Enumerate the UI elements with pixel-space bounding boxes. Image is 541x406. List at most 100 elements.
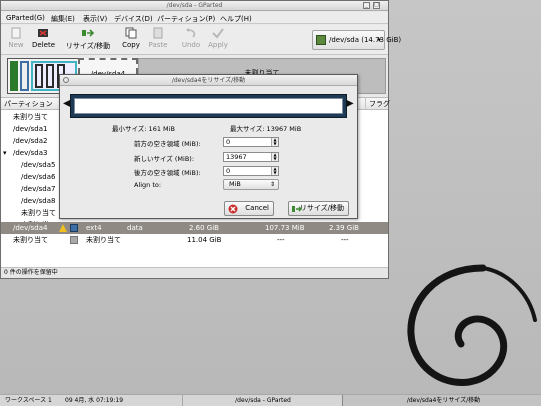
- menubar: GParted(G) 編集(E) 表示(V) デバイス(D) パーティション(P…: [1, 12, 388, 24]
- task-gparted-label: /dev/sda - GParted: [235, 397, 291, 404]
- new-size-value: 13967: [226, 153, 247, 161]
- apply-icon: [212, 28, 224, 39]
- menu-view[interactable]: 表示(V): [83, 14, 107, 24]
- paste-label: Paste: [148, 41, 168, 49]
- free-after-value: 0: [226, 167, 231, 175]
- debian-swirl-logo: [407, 264, 537, 386]
- free-before-value: 0: [226, 138, 231, 146]
- row-name: /dev/sda1: [13, 125, 48, 133]
- clock: 09 4月, 水 07:19:19: [62, 395, 123, 406]
- row-filesystem: ext4: [86, 224, 102, 232]
- align-label: Align to:: [134, 181, 162, 189]
- task-resize-dialog-label: /dev/sda4をリサイズ/移動: [406, 397, 481, 404]
- row-name: /dev/sda7: [21, 185, 56, 193]
- row-name: /dev/sda4: [13, 224, 48, 232]
- table-row-selected[interactable]: /dev/sda4 ext4 data 2.60 GiB 107.73 MiB …: [1, 222, 388, 234]
- row-name: /dev/sda5: [21, 161, 56, 169]
- graph-seg-4: [46, 64, 54, 88]
- row-size: 11.04 GiB: [187, 236, 222, 244]
- workspace-switcher[interactable]: ワークスペース 1: [2, 395, 52, 406]
- graph-seg-2: [20, 61, 29, 91]
- spinner-arrows-icon[interactable]: ▲ ▼: [271, 167, 278, 175]
- graph-seg-3: [35, 64, 43, 88]
- row-name: /dev/sda8: [21, 197, 56, 205]
- device-selector-label: /dev/sda (14.73 GiB): [329, 36, 402, 44]
- row-unused: ---: [341, 236, 349, 244]
- maximize-icon[interactable]: □: [373, 2, 380, 9]
- column-header-partition[interactable]: パーティション: [1, 98, 67, 110]
- minimize-icon[interactable]: _: [363, 2, 370, 9]
- undo-label: Undo: [181, 41, 201, 49]
- apply-label: Apply: [208, 41, 228, 49]
- menu-help[interactable]: ヘルプ(H): [220, 14, 252, 24]
- row-used: 107.73 MiB: [265, 224, 305, 232]
- status-text: 0 件の操作を保留中: [4, 269, 58, 276]
- undo-icon: [186, 28, 196, 38]
- max-size-text: 最大サイズ: 13967 MiB: [230, 125, 302, 133]
- expander-icon[interactable]: ▾: [3, 147, 7, 159]
- resize-bar[interactable]: [70, 94, 347, 118]
- new-label: New: [8, 41, 24, 49]
- free-after-label: 後方の空き領域 (MiB):: [134, 169, 201, 177]
- menu-device[interactable]: デバイス(D): [114, 14, 153, 24]
- paste-button[interactable]: Paste: [147, 27, 169, 53]
- copy-label: Copy: [122, 41, 140, 49]
- resize-move-confirm-button[interactable]: リサイズ/移動: [288, 201, 349, 216]
- device-selector[interactable]: /dev/sda (14.73 GiB) ▾: [312, 30, 401, 50]
- row-name: /dev/sda3: [13, 149, 48, 157]
- cancel-icon: [228, 204, 238, 214]
- disk-icon: [316, 35, 326, 45]
- resize-move-icon: [82, 29, 95, 37]
- free-after-spinner[interactable]: 0 ▲ ▼: [223, 166, 279, 176]
- align-value: MiB: [229, 180, 241, 188]
- new-size-label: 新しいサイズ (MiB):: [134, 155, 195, 163]
- task-resize-dialog[interactable]: /dev/sda4をリサイズ/移動: [342, 395, 541, 406]
- free-before-spinner[interactable]: 0 ▲ ▼: [223, 137, 279, 147]
- row-name: /dev/sda6: [21, 173, 56, 181]
- column-partition-label: パーティション: [4, 100, 53, 108]
- paste-icon: [153, 27, 163, 39]
- new-button[interactable]: New: [7, 27, 25, 53]
- taskbar: ワークスペース 1 09 4月, 水 07:19:19 /dev/sda - G…: [0, 394, 541, 406]
- workspace-label: ワークスペース 1: [5, 397, 52, 404]
- row-label: data: [127, 224, 143, 232]
- menu-partition[interactable]: パーティション(P): [157, 14, 215, 24]
- row-unused: 2.39 GiB: [329, 224, 359, 232]
- window-titlebar[interactable]: /dev/sda - GParted _ □: [1, 1, 388, 11]
- copy-icon: [125, 27, 137, 39]
- undo-button[interactable]: Undo: [181, 27, 201, 53]
- align-select[interactable]: MiB ⇕: [223, 179, 279, 190]
- right-handle-icon[interactable]: ▶: [346, 98, 354, 109]
- cancel-button[interactable]: Cancel: [224, 201, 274, 216]
- row-name: 未割り当て: [21, 209, 56, 217]
- dialog-menu-icon[interactable]: [63, 77, 69, 83]
- row-used: ---: [277, 236, 285, 244]
- toolbar: New Delete リサイズ/移動 Copy Paste Undo Apply: [1, 25, 401, 55]
- spinner-arrows-icon[interactable]: ▲ ▼: [271, 153, 278, 161]
- menu-edit[interactable]: 編集(E): [51, 14, 75, 24]
- row-size: 2.60 GiB: [189, 224, 219, 232]
- column-flags-label: フラグ: [369, 100, 390, 108]
- copy-button[interactable]: Copy: [121, 27, 141, 53]
- resize-move-confirm-label: リサイズ/移動: [299, 204, 344, 212]
- apply-button[interactable]: Apply: [207, 27, 229, 53]
- delete-label: Delete: [32, 41, 55, 49]
- cancel-label: Cancel: [245, 204, 269, 212]
- ext4-color-icon: [70, 224, 78, 232]
- delete-icon: [38, 29, 48, 37]
- column-header-flags[interactable]: フラグ: [366, 98, 390, 110]
- dialog-titlebar[interactable]: /dev/sda4をリサイズ/移動: [60, 75, 357, 86]
- spinner-arrows-icon[interactable]: ▲ ▼: [271, 138, 278, 146]
- resize-move-button[interactable]: リサイズ/移動: [65, 27, 111, 53]
- resize-bar-partition[interactable]: [74, 98, 343, 114]
- menu-gparted[interactable]: GParted(G): [6, 14, 45, 22]
- table-row[interactable]: 未割り当て 未割り当て 11.04 GiB --- ---: [1, 234, 388, 246]
- row-name: /dev/sda2: [13, 137, 48, 145]
- min-size-text: 最小サイズ: 161 MiB: [112, 125, 175, 133]
- delete-button[interactable]: Delete: [32, 27, 55, 53]
- task-gparted[interactable]: /dev/sda - GParted: [182, 395, 340, 406]
- new-size-spinner[interactable]: 13967 ▲ ▼: [223, 152, 279, 162]
- resize-move-icon: [292, 206, 302, 212]
- warning-icon: [59, 224, 67, 232]
- chevron-updown-icon: ⇕: [269, 181, 275, 188]
